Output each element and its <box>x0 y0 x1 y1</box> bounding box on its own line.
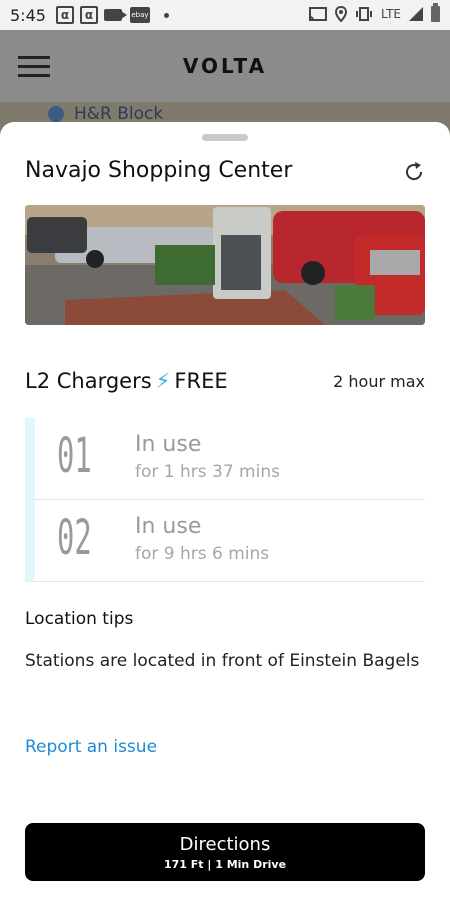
chargers-summary: L2 Chargers ⚡ FREE 2 hour max <box>25 366 425 396</box>
battery-icon <box>431 3 440 22</box>
charger-duration: for 9 hrs 6 mins <box>135 544 270 564</box>
report-issue-link[interactable]: Report an issue <box>25 737 157 757</box>
notification-dot-icon <box>163 12 169 18</box>
lightning-bolt-icon: ⚡ <box>155 369 171 393</box>
status-bar: 5:45 α α ebay LTE <box>0 0 450 30</box>
charger-list: 01 In use for 1 hrs 37 mins 02 In use fo… <box>25 418 425 582</box>
charger-type-label: L2 Chargers <box>25 369 152 393</box>
alpha-notification-icon: α <box>79 6 98 24</box>
charger-status: In use <box>135 432 202 457</box>
network-type: LTE <box>381 7 401 21</box>
time-limit-label: 2 hour max <box>333 371 425 391</box>
sheet-drag-handle[interactable] <box>202 134 248 141</box>
directions-button[interactable]: Directions 171 Ft | 1 Min Drive <box>25 823 425 881</box>
signal-icon <box>409 7 423 21</box>
station-photo-image <box>25 205 425 325</box>
map-place-name: H&R Block <box>74 104 164 124</box>
vibrate-icon <box>356 7 373 21</box>
video-camera-icon <box>103 9 127 21</box>
status-icons: LTE <box>309 3 440 22</box>
station-title: Navajo Shopping Center <box>25 158 293 183</box>
charger-status: In use <box>135 514 202 539</box>
charger-item[interactable]: 02 In use for 9 hrs 6 mins <box>25 500 425 582</box>
app-bar: VOLTA <box>0 30 450 102</box>
hamburger-menu-icon[interactable] <box>18 56 50 77</box>
brand-logo: VOLTA <box>182 54 268 78</box>
refresh-icon[interactable] <box>402 160 426 184</box>
ebay-icon: ebay <box>129 7 150 23</box>
charger-duration: for 1 hrs 37 mins <box>135 462 280 482</box>
charger-number: 01 <box>57 428 92 484</box>
chargers-heading: L2 Chargers ⚡ FREE <box>25 369 228 393</box>
charger-price-label: FREE <box>174 369 228 393</box>
location-icon <box>335 6 348 22</box>
charger-item[interactable]: 01 In use for 1 hrs 37 mins <box>25 418 425 500</box>
map-place-label: H&R Block <box>44 102 164 126</box>
status-time: 5:45 <box>10 5 46 25</box>
charger-number: 02 <box>57 510 92 566</box>
alpha-notification-icon: α <box>55 6 74 24</box>
directions-distance: 171 Ft | 1 Min Drive <box>163 857 287 871</box>
cast-icon <box>309 7 328 21</box>
directions-label: Directions <box>179 833 271 855</box>
station-details-sheet: Navajo Shopping Center L2 Chargers ⚡ FRE… <box>0 122 450 900</box>
station-photo <box>25 205 425 325</box>
location-tips-heading: Location tips <box>25 609 134 629</box>
location-tips-text: Stations are located in front of Einstei… <box>25 651 420 671</box>
